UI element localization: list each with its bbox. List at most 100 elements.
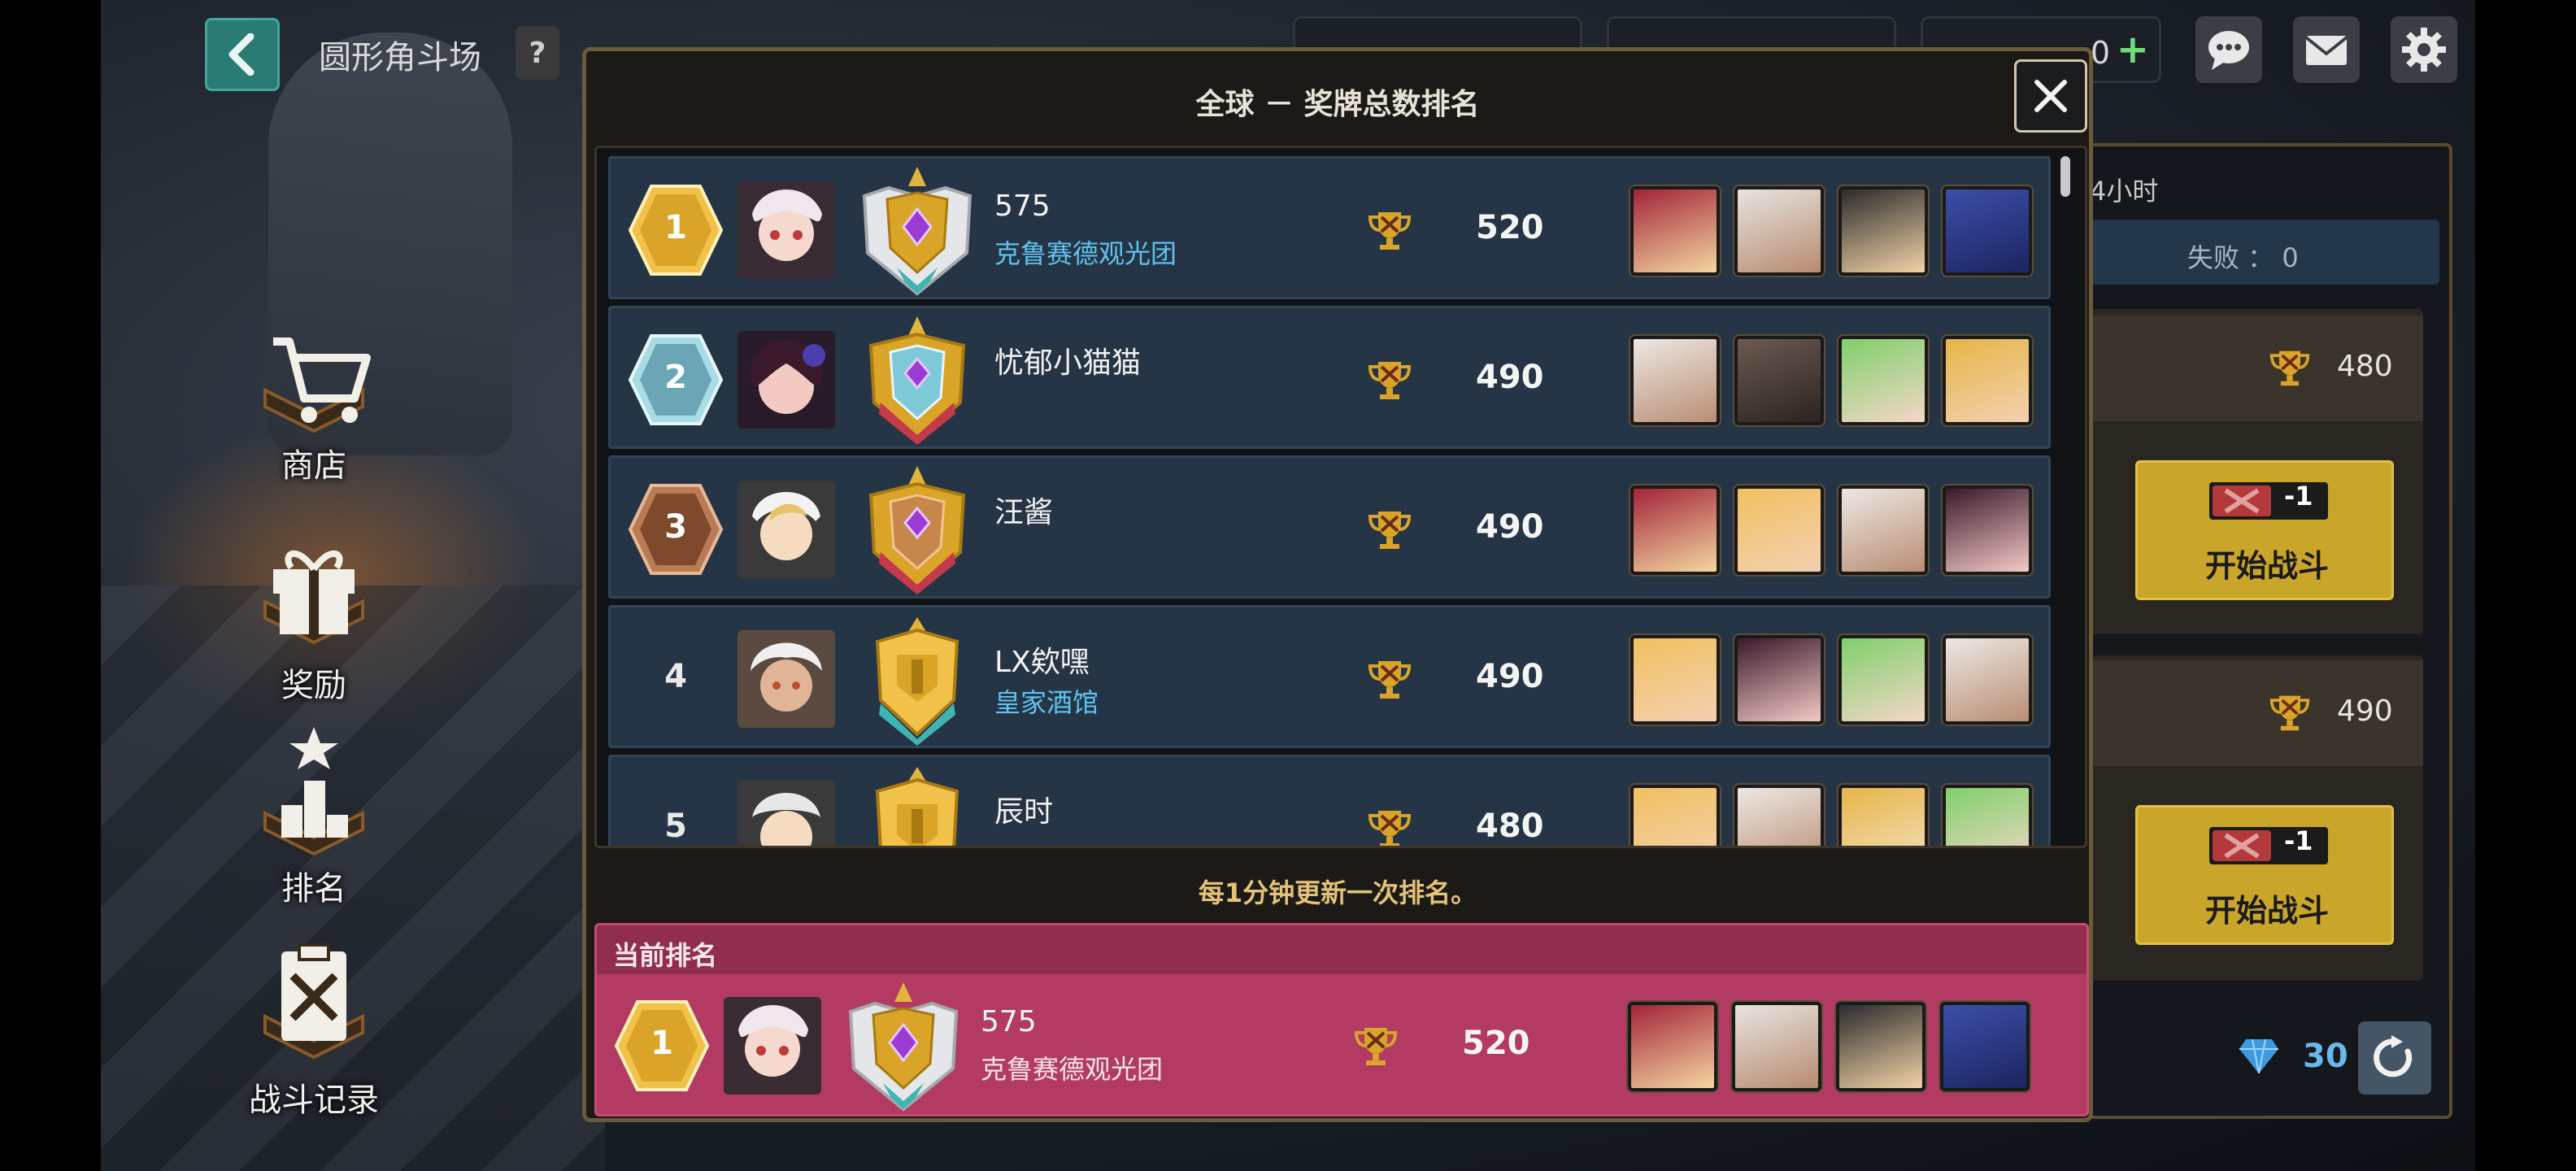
gear-icon [2402,28,2446,72]
ranking-list[interactable]: 1 575 克鲁赛德观光团 520 2 忧郁小猫猫 490 3 汪酱 490 4… [594,146,2087,848]
trophy-icon [2269,695,2310,731]
hero-portrait[interactable] [1838,485,1928,575]
avatar [738,780,835,846]
start-battle-button[interactable]: -1 开始战斗 [2135,460,2394,600]
player-name: 忧郁小猫猫 [994,346,1142,380]
hero-portrait[interactable] [1838,785,1928,846]
battle-cost: -1 [2284,825,2313,856]
league-emblem-icon [875,767,959,846]
player-name: LX欸嘿 [994,646,1090,679]
guild-name[interactable]: 皇家酒馆 [994,682,1099,720]
close-button[interactable] [2014,59,2087,133]
hero-portrait[interactable] [1940,1002,2030,1091]
gem-resource-value: 0 [2090,35,2110,71]
menu-ranking-label: 排名 [281,870,346,908]
menu-shop[interactable]: 商店 [241,309,387,496]
settings-button[interactable] [2391,16,2457,83]
guild-name[interactable]: 克鲁赛德观光团 [981,1049,1163,1086]
ranking-row[interactable]: 4 LX欸嘿 皇家酒馆 490 [608,605,2051,748]
avatar [738,181,835,279]
hero-portrait[interactable] [1630,635,1720,725]
gem-icon [2239,1038,2278,1074]
hero-portrait[interactable] [1734,785,1824,846]
ranking-row[interactable]: 5 辰时 480 [608,755,2051,846]
rank-number: 4 [664,658,687,695]
trophy-icon [1368,661,1412,699]
battle-cost: -1 [2284,481,2313,511]
current-ranking-panel: 当前排名 1 575 克鲁赛德观光团 520 [594,923,2089,1117]
medal-score: 480 [1476,808,1544,845]
rank-number: 3 [664,508,687,546]
hero-portrait[interactable] [1734,336,1824,425]
hero-portrait[interactable] [1943,186,2032,276]
podium-icon [263,727,364,856]
start-battle-button[interactable]: -1 开始战斗 [2135,805,2394,945]
list-scrollbar[interactable] [2060,156,2070,197]
guild-name[interactable]: 克鲁赛德观光团 [994,233,1177,271]
menu-ranking[interactable]: 排名 [241,724,387,911]
back-button[interactable] [205,18,280,91]
player-name: 汪酱 [994,496,1054,529]
hero-portrait[interactable] [1630,336,1720,425]
loss-count: 失败 ： 0 [2187,242,2299,273]
hero-portrait[interactable] [1836,1002,1925,1091]
chat-icon [2208,31,2249,70]
hero-portrait[interactable] [1734,186,1824,276]
player-name: 575 [981,1005,1037,1038]
player-name: 575 [994,189,1051,223]
menu-battle-log-label: 战斗记录 [249,1082,379,1119]
mail-button[interactable] [2293,16,2360,83]
hero-portrait[interactable] [1838,186,1928,276]
league-emblem-icon [862,167,973,296]
ranking-row[interactable]: 1 575 克鲁赛德观光团 520 [608,156,2051,299]
hero-portrait[interactable] [1630,785,1720,846]
menu-rewards[interactable]: 奖励 [241,520,387,707]
league-emblem-icon [875,617,959,746]
medal-score: 490 [1476,508,1544,546]
ranking-row[interactable]: 2 忧郁小猫猫 490 [608,306,2051,449]
avatar [738,630,835,728]
dialog-title: 全球 － 奖牌总数排名 [1195,88,1480,121]
page-title: 圆形角斗场 [319,39,481,76]
hero-portrait[interactable] [1630,485,1720,575]
ranking-dialog: 全球 － 奖牌总数排名 1 575 克鲁赛德观光团 520 2 忧郁小猫猫 49… [582,47,2093,1122]
current-ranking-label: 当前排名 [613,940,718,971]
hero-portrait[interactable] [1943,485,2032,575]
medal-score: 520 [1462,1025,1530,1062]
mail-icon [2304,36,2348,65]
battle-log-icon [263,943,364,1060]
start-battle-label: 开始战斗 [2204,893,2329,929]
cart-icon [263,337,371,433]
add-gems-button[interactable]: + [2117,27,2149,72]
hero-portrait[interactable] [1943,785,2032,846]
refresh-button[interactable] [2358,1021,2431,1095]
menu-battle-log[interactable]: 战斗记录 [241,935,387,1122]
hero-portrait[interactable] [1838,336,1928,425]
hero-portrait[interactable] [1734,635,1824,725]
hero-portrait[interactable] [1943,635,2032,725]
opponent-score: 490 [2337,694,2393,728]
chevron-left-icon [228,33,255,76]
ranking-row[interactable]: 3 汪酱 490 [608,455,2051,599]
avatar [724,997,821,1095]
hero-portrait[interactable] [1734,485,1824,575]
rank-number: 5 [664,808,687,845]
hero-portrait[interactable] [1732,1002,1821,1091]
trophy-icon [1368,811,1412,846]
hero-portrait[interactable] [1628,1002,1717,1091]
hero-portrait[interactable] [1630,186,1720,276]
opponent-score: 480 [2337,350,2393,383]
help-button[interactable]: ? [516,26,559,80]
trophy-icon [1368,362,1412,399]
hero-portrait[interactable] [1943,336,2032,425]
season-remaining-text: 4小时 [2090,176,2159,207]
gift-icon [263,550,364,645]
trophy-icon [1368,212,1412,250]
hero-portrait[interactable] [1838,635,1928,725]
rank-number: 2 [664,359,687,396]
rank-number: 1 [651,1025,673,1062]
menu-shop-label: 商店 [281,447,346,485]
trophy-icon [1354,1028,1398,1065]
current-ranking-row[interactable]: 1 575 克鲁赛德观光团 520 [597,974,2086,1114]
chat-button[interactable] [2195,16,2262,83]
